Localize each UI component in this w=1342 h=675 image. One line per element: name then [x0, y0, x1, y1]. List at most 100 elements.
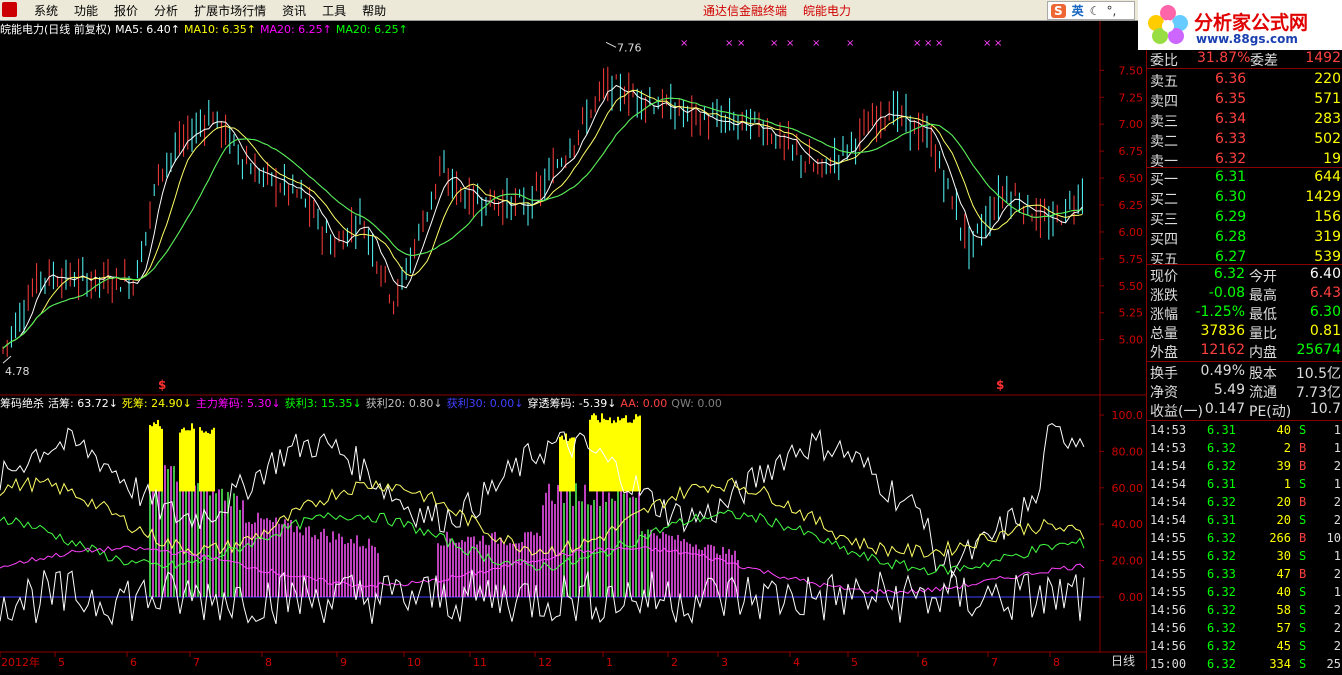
sell-price: 6.34	[1215, 111, 1247, 127]
time-axis-label: 11	[473, 656, 487, 669]
tick-price: 6.32	[1207, 441, 1236, 455]
indicator-legend-2: 主力筹码: 5.30↓	[195, 397, 281, 410]
sell-price: 6.32	[1215, 151, 1247, 167]
indicator-legend-6: 穿透筹码: -5.39↓	[527, 397, 617, 410]
tick-volume: 334	[1269, 657, 1291, 671]
ime-lang-label[interactable]: 英	[1072, 2, 1084, 19]
brand-title: 分析家公式网	[1194, 12, 1309, 34]
menu-item-6[interactable]: 工具	[314, 2, 354, 19]
tick-count: 2	[1333, 495, 1341, 509]
tick-row: 14:55 6.32 30 S 1	[1147, 549, 1342, 567]
tick-volume: 57	[1276, 621, 1291, 635]
tick-direction: S	[1299, 603, 1307, 617]
menu-item-3[interactable]: 分析	[146, 2, 186, 19]
chart-area[interactable]: 7.50 7.25 7.00 6.75 6.50 6.25 6.00 5.75 5.50 5.25…	[0, 21, 1146, 670]
tick-volume: 40	[1276, 585, 1291, 599]
sell-label: 卖二	[1150, 134, 1178, 150]
tick-volume: 2	[1283, 441, 1291, 455]
tick-row: 14:54 6.32 20 B 2	[1147, 495, 1342, 513]
tick-count: 2	[1333, 513, 1341, 527]
tick-price: 6.32	[1207, 657, 1236, 671]
tick-time: 14:54	[1150, 459, 1187, 473]
sell-volume: 502	[1314, 131, 1341, 147]
stat2-label-2: PE(动)	[1249, 404, 1292, 420]
time-axis-label: 4	[793, 656, 800, 669]
tick-count: 1	[1333, 549, 1341, 563]
tick-row: 14:54 6.31 1 S 1	[1147, 477, 1342, 495]
s-marker: $	[158, 378, 166, 392]
app-logo-icon	[2, 2, 17, 17]
price-axis-label: 6.25	[1119, 199, 1144, 212]
brand-watermark: 分析家公式网 www.88gs.com	[1138, 0, 1342, 50]
stat2-value-2: 10.5亿	[1295, 366, 1341, 382]
tick-time: 14:55	[1150, 531, 1187, 545]
menu-items: 系统 功能 报价 分析 扩展市场行情 资讯 工具 帮助	[26, 2, 394, 19]
indicator-name: 筹码绝杀	[0, 397, 44, 410]
menu-item-4[interactable]: 扩展市场行情	[186, 2, 274, 19]
tick-row: 14:53 6.32 2 B 1	[1147, 441, 1342, 459]
price-axis-label: 5.00	[1119, 334, 1144, 347]
indicator-axis-label: 60.00	[1112, 482, 1144, 495]
buy-price: 6.31	[1215, 169, 1247, 185]
high-price-label: 7.76	[617, 41, 642, 54]
buy-price: 6.29	[1215, 209, 1247, 225]
stat-row-3: 总量 37836 量比 0.81	[1147, 323, 1342, 342]
tick-direction: S	[1299, 423, 1307, 437]
stat-row-1: 涨跌 -0.08 最高 6.43	[1147, 285, 1342, 304]
menu-item-7[interactable]: 帮助	[354, 2, 394, 19]
menu-item-5[interactable]: 资讯	[274, 2, 314, 19]
signal-x-marker: ×	[725, 38, 733, 49]
tick-direction: S	[1299, 657, 1307, 671]
tick-volume: 20	[1276, 495, 1291, 509]
stat-label: 外盘	[1150, 345, 1178, 361]
buy-price: 6.30	[1215, 189, 1247, 205]
tick-time: 15:00	[1150, 657, 1187, 671]
tick-price: 6.32	[1207, 459, 1236, 473]
menu-item-2[interactable]: 报价	[106, 2, 146, 19]
tick-row: 14:56 6.32 58 S 2	[1147, 603, 1342, 621]
tick-count: 1	[1333, 441, 1341, 455]
indicator-legend-0: 活筹: 63.72↓	[48, 397, 118, 410]
buy-label: 买一	[1150, 172, 1178, 188]
time-axis-label: 8	[265, 656, 272, 669]
price-axis-label: 5.25	[1119, 307, 1144, 320]
menu-item-1[interactable]: 功能	[66, 2, 106, 19]
menu-item-0[interactable]: 系统	[26, 2, 66, 19]
period-tab[interactable]: 日线	[1100, 652, 1146, 670]
tick-price: 6.32	[1207, 621, 1236, 635]
sell-row-5: 卖五 6.36 220	[1147, 71, 1342, 90]
indicator-legend-4: 获利20: 0.80↓	[365, 397, 443, 410]
tick-count: 2	[1333, 639, 1341, 653]
moon-icon[interactable]: ☾	[1090, 4, 1101, 18]
tick-volume: 30	[1276, 549, 1291, 563]
s-marker: $	[996, 378, 1004, 392]
stat2-label-2: 股本	[1249, 366, 1277, 382]
stat-label: 涨幅	[1150, 307, 1178, 323]
stat-value: -0.08	[1208, 285, 1245, 301]
stat-value-2: 6.30	[1309, 304, 1341, 320]
tick-volume: 1	[1283, 477, 1291, 491]
tick-price: 6.32	[1207, 639, 1236, 653]
indicator-axis-label: 20.00	[1112, 555, 1144, 568]
menu-center-title: 通达信金融终端 皖能电力	[703, 2, 851, 19]
stat-row-0: 现价 6.32 今开 6.40	[1147, 266, 1342, 285]
ma10-line	[2, 89, 1083, 349]
sep-1	[1147, 68, 1342, 69]
quote-panel: 委比 31.87% 委差 1492 卖五 6.36 220 卖四 6.35 571 卖三 6.34 28…	[1146, 50, 1342, 671]
tick-price: 6.31	[1207, 513, 1236, 527]
stat-value-2: 25674	[1296, 342, 1341, 358]
tick-time: 14:54	[1150, 477, 1187, 491]
price-axis-label: 5.50	[1119, 280, 1144, 293]
time-axis-label: 5	[851, 656, 858, 669]
indicator-axis-label: 100.0	[1112, 409, 1144, 422]
tick-count: 1	[1333, 423, 1341, 437]
signal-x-marker: ×	[786, 38, 794, 49]
price-axis-label: 6.50	[1119, 172, 1144, 185]
tick-volume: 266	[1269, 531, 1291, 545]
ime-toolbar[interactable]: S 英 ☾ °,	[1047, 1, 1135, 20]
stat-label: 总量	[1150, 326, 1178, 342]
indicator-axis-label: 80.00	[1112, 445, 1144, 458]
tick-time: 14:56	[1150, 603, 1187, 617]
punct-icon[interactable]: °,	[1106, 4, 1116, 18]
high-pointer	[605, 41, 617, 48]
